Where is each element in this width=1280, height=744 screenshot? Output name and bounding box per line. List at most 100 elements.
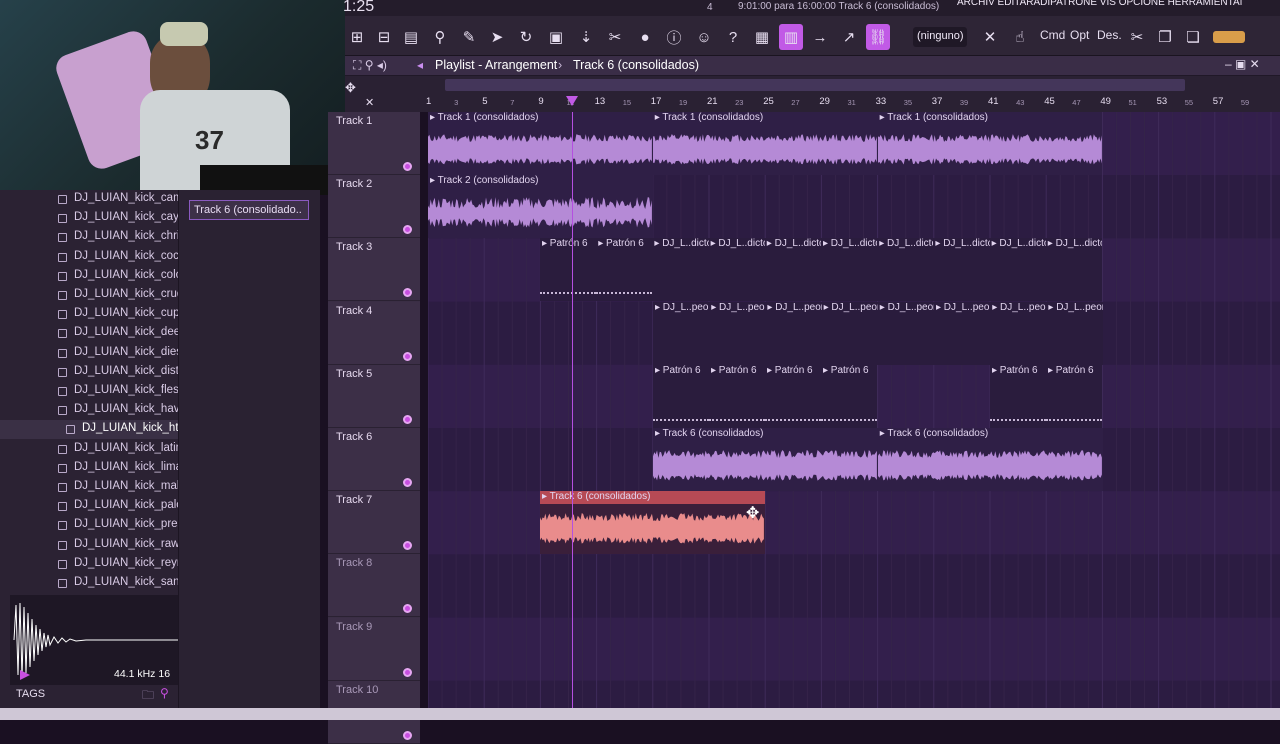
playlist-clip[interactable]: ▸ Track 2 (consolidados) xyxy=(428,175,653,239)
track-enable-dot[interactable] xyxy=(403,288,412,298)
track-header[interactable]: Track 1 xyxy=(328,112,420,175)
playlist-clip[interactable]: ▸ Patrón 6 xyxy=(596,238,653,302)
track-enable-dot[interactable] xyxy=(403,162,412,171)
playlist-clip[interactable]: ▸ Track 1 (consolidados) xyxy=(428,112,653,175)
paste-icon[interactable]: ❏ xyxy=(1181,24,1205,50)
playlist-clip[interactable]: ▸ DJ_L..dicto xyxy=(877,238,934,302)
playlist-clip[interactable]: ▸ DJ_L..dicto xyxy=(821,238,878,302)
playlist-clip[interactable]: ▸ Track 1 (consolidados) xyxy=(652,112,878,175)
playlist-clip[interactable]: ▸ DJ_L..peon xyxy=(1046,301,1103,365)
browser-item[interactable]: DJ_LUIAN_kick_diesel xyxy=(0,344,191,363)
pattern-mode-icon[interactable]: ▥ xyxy=(779,24,803,50)
track-header[interactable]: Track 2 xyxy=(328,175,420,239)
playlist-clip[interactable]: ▸ Track 6 (consolidados) xyxy=(540,491,765,555)
os-dock[interactable] xyxy=(0,708,1280,720)
playlist-clip[interactable]: ▸ DJ_L..dicto xyxy=(652,238,709,302)
copy-icon[interactable]: ❐ xyxy=(1153,24,1177,50)
loop-icon[interactable]: ↻ xyxy=(514,24,538,50)
playlist-clip[interactable]: ▸ DJ_L..peon xyxy=(653,301,710,365)
browser-item[interactable]: DJ_LUIAN_kick_coca xyxy=(0,248,185,267)
info-icon[interactable]: ⓘ xyxy=(662,24,686,50)
window-controls[interactable]: – ▣ ✕ xyxy=(1225,57,1260,71)
plugin-icon[interactable]: ⚲ xyxy=(428,24,452,50)
playlist-clip[interactable]: ▸ DJ_L..peon xyxy=(934,301,991,365)
track-enable-dot[interactable] xyxy=(403,414,412,424)
track-enable-dot[interactable] xyxy=(403,730,412,740)
playlist-clip[interactable]: ▸ DJ_L..dicto xyxy=(1045,238,1102,302)
browser-item[interactable]: DJ_LUIAN_kick_campeo xyxy=(0,190,202,209)
browser-item[interactable]: DJ_LUIAN_kick_presion xyxy=(0,516,199,535)
track-header[interactable]: Track 4 xyxy=(328,301,420,365)
playlist-clip[interactable]: ▸ DJ_L..dicto xyxy=(708,238,765,302)
current-clip-name[interactable]: Track 6 (consolidados) xyxy=(573,58,699,72)
record-icon[interactable]: ● xyxy=(633,24,657,50)
arrow-icon[interactable]: → xyxy=(808,24,832,50)
color-swatch[interactable] xyxy=(1213,31,1245,43)
track-header[interactable]: Track 7 xyxy=(328,491,420,555)
render-icon[interactable]: ⇣ xyxy=(574,24,598,50)
track-enable-dot[interactable] xyxy=(403,225,412,235)
draw-icon[interactable]: ✎ xyxy=(457,24,481,50)
playlist-grid[interactable]: ▸ Track 1 (consolidados) ▸ Track 1 (conso… xyxy=(428,112,1280,720)
browser-item[interactable]: DJ_LUIAN_kick_sangre xyxy=(0,574,196,593)
track-header[interactable]: Track 6 xyxy=(328,428,420,491)
channel-rack-icon[interactable]: ⊟ xyxy=(372,24,396,50)
playlist-clip[interactable]: ▸ Track 6 (consolidados) xyxy=(653,428,878,491)
mute-icon[interactable]: ✕ xyxy=(978,24,1002,50)
browser-item[interactable]: DJ_LUIAN_kick_lima xyxy=(0,459,182,478)
browser-item[interactable]: DJ_LUIAN_kick_cruda xyxy=(0,286,190,305)
playlist-clip[interactable]: ▸ DJ_L..dicto xyxy=(764,238,821,302)
des-button[interactable]: Des. xyxy=(1097,28,1122,42)
hint-icon[interactable]: ☺ xyxy=(692,24,716,50)
playlist-clip[interactable]: ▸ DJ_L..peon xyxy=(765,301,822,365)
browser-icon[interactable]: ▦ xyxy=(750,24,774,50)
browser-item[interactable]: DJ_LUIAN_kick_latinos xyxy=(0,440,194,459)
close-icon[interactable]: ✕ xyxy=(365,96,374,109)
playlist-clip[interactable]: ▸ DJ_L..peon xyxy=(877,301,934,365)
track-header[interactable]: Track 9 xyxy=(328,617,420,681)
save-icon[interactable]: ▣ xyxy=(544,24,568,50)
move-icon[interactable]: ✥ xyxy=(345,80,356,96)
tags-label[interactable]: TAGS xyxy=(16,688,45,700)
playlist-clip[interactable]: ▸ Track 1 (consolidados) xyxy=(877,112,1103,175)
playlist-clip[interactable]: ▸ Patrón 6 xyxy=(709,364,766,428)
playlist-clip[interactable]: ▸ DJ_L..peon xyxy=(990,301,1047,365)
folder-icon[interactable]: 🗀 xyxy=(142,686,154,707)
scissors-icon[interactable]: ✂ xyxy=(1125,24,1149,50)
link-icon[interactable]: ⛓ xyxy=(866,24,890,50)
playlist-clip[interactable]: ▸ Patrón 6 xyxy=(540,238,597,302)
track-enable-dot[interactable] xyxy=(403,478,412,487)
track-header[interactable]: Track 8 xyxy=(328,554,420,618)
timeline-ruler[interactable]: ✥ ✕ 1 5 9 13 17 21 25 29 33 37 41 45 49 53 57 3 7 11 15 19 2… xyxy=(345,76,1280,112)
browser-item[interactable]: DJ_LUIAN_kick_havannah xyxy=(0,401,211,420)
browser-item[interactable]: DJ_LUIAN_kick_palomino xyxy=(0,497,208,516)
opt-button[interactable]: Opt xyxy=(1070,28,1089,42)
browser-item[interactable]: DJ_LUIAN_kick_flesh xyxy=(0,382,185,401)
browser-item[interactable]: DJ_LUIAN_kick_reym xyxy=(0,555,186,574)
browser-item[interactable]: DJ_LUIAN_kick_deep xyxy=(0,324,187,343)
horizontal-scrollbar[interactable] xyxy=(445,79,1185,91)
track-header[interactable]: Track 5 xyxy=(328,364,420,428)
playlist-clip[interactable]: ▸ Patrón 6 xyxy=(821,364,878,428)
browser-item[interactable]: DJ_LUIAN_kick_raw xyxy=(0,536,179,555)
mixer-icon[interactable]: ⊞ xyxy=(345,24,369,50)
hand-icon[interactable]: ☝ xyxy=(1008,24,1032,50)
zoom-icon[interactable]: ⛶ ⚲ ◂) xyxy=(353,58,387,73)
browser-item[interactable]: DJ_LUIAN_kick_christina xyxy=(0,228,204,247)
browser-item[interactable]: DJ_LUIAN_kick_cupey xyxy=(0,305,192,324)
playlist-clip[interactable]: ▸ DJ_L..dicto xyxy=(989,238,1046,302)
snap-selector[interactable]: (ninguno) xyxy=(913,27,967,47)
paint-icon[interactable]: ➤ xyxy=(485,24,509,50)
browser-item[interactable]: DJ_LUIAN_kick_maldad xyxy=(0,478,199,497)
cmd-button[interactable]: Cmd xyxy=(1040,28,1065,42)
playlist-clip[interactable]: ▸ Patrón 6 xyxy=(1046,364,1103,428)
playlist-clip[interactable]: ▸ Track 6 (consolidados) xyxy=(877,428,1103,491)
playlist-clip[interactable]: ▸ DJ_L..dicto xyxy=(933,238,990,302)
playlist-clip[interactable]: ▸ DJ_L..peon xyxy=(709,301,766,365)
main-menu[interactable]: ARCHIV EDITARADIPATRONE VIS OPCIONE HERR… xyxy=(957,0,1242,8)
browser-item[interactable]: DJ_LUIAN_kick_htm xyxy=(0,420,188,440)
track-enable-dot[interactable] xyxy=(403,541,412,551)
browser-item[interactable]: DJ_LUIAN_kick_distancia xyxy=(0,363,206,382)
picker-clip-item[interactable]: Track 6 (consolidado.. xyxy=(189,200,309,220)
track-enable-dot[interactable] xyxy=(403,351,412,361)
